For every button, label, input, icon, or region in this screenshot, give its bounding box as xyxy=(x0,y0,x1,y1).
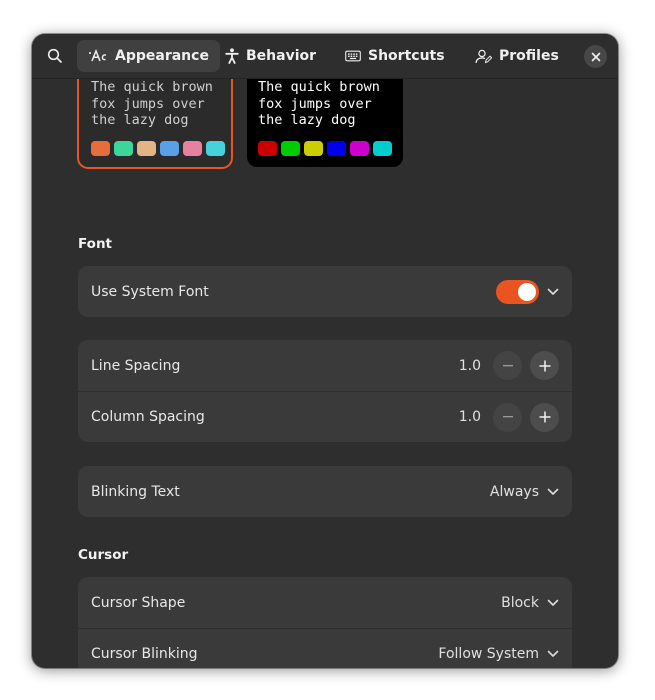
accessibility-icon xyxy=(225,48,239,64)
chevron-down-icon[interactable] xyxy=(547,488,559,496)
line-spacing-increase-button[interactable] xyxy=(530,351,559,380)
minus-icon xyxy=(502,364,513,366)
tab-label: Behavior xyxy=(246,48,317,64)
search-icon xyxy=(47,48,62,63)
palette-swatch xyxy=(281,141,300,156)
chevron-down-icon[interactable] xyxy=(547,599,559,607)
system-font-card: Use System Font xyxy=(78,266,572,317)
use-system-font-switch[interactable] xyxy=(496,279,539,304)
tab-label: Appearance xyxy=(115,48,209,64)
line-spacing-row: Line Spacing 1.0 xyxy=(78,340,572,391)
use-system-font-row[interactable]: Use System Font xyxy=(78,266,572,317)
profile-icon xyxy=(475,49,492,64)
palette-swatch xyxy=(137,141,156,156)
tab-behavior[interactable]: Behavior xyxy=(214,40,327,72)
switch-knob xyxy=(518,282,536,301)
tab-label: Profiles xyxy=(499,48,559,64)
search-button[interactable] xyxy=(42,42,68,70)
close-button[interactable] xyxy=(584,45,607,68)
cursor-blinking-value: Follow System xyxy=(438,646,539,662)
blinking-text-row[interactable]: Blinking Text Always xyxy=(78,466,572,517)
color-scheme-preview[interactable]: The quick brown fox jumps over the lazy … xyxy=(247,78,403,167)
palette-swatch xyxy=(183,141,202,156)
column-spacing-increase-button[interactable] xyxy=(530,402,559,432)
plus-icon xyxy=(539,360,550,371)
cursor-blinking-row[interactable]: Cursor Blinking Follow System xyxy=(78,628,572,668)
line-spacing-decrease-button[interactable] xyxy=(493,351,522,380)
palette-swatch xyxy=(160,141,179,156)
cursor-section-title: Cursor xyxy=(78,547,129,563)
palette-swatch xyxy=(373,141,392,156)
palette-swatch xyxy=(114,141,133,156)
plus-icon xyxy=(539,411,550,423)
tab-appearance[interactable]: Appearance xyxy=(77,40,220,72)
palette-swatches xyxy=(258,141,392,156)
appearance-icon xyxy=(88,49,108,63)
cursor-blinking-label: Cursor Blinking xyxy=(91,646,198,662)
palette-swatch xyxy=(304,141,323,156)
palette-swatches xyxy=(91,141,225,156)
tab-profiles[interactable]: Profiles xyxy=(464,40,570,72)
palette-swatch xyxy=(327,141,346,156)
keyboard-icon xyxy=(345,50,361,62)
preview-text: The quick brown fox jumps over the lazy … xyxy=(91,79,213,128)
cursor-shape-row[interactable]: Cursor Shape Block xyxy=(78,577,572,628)
palette-swatch xyxy=(258,141,277,156)
cursor-shape-value: Block xyxy=(501,594,539,611)
column-spacing-label: Column Spacing xyxy=(91,409,205,425)
use-system-font-label: Use System Font xyxy=(91,283,209,300)
blinking-text-label: Blinking Text xyxy=(91,483,180,500)
tab-label: Shortcuts xyxy=(368,48,445,64)
preferences-content: The quick brown fox jumps over the lazy … xyxy=(32,78,618,668)
column-spacing-value: 1.0 xyxy=(458,409,481,425)
header-bar: Appearance Behavior Shortcuts Profiles xyxy=(32,34,618,79)
cursor-shape-label: Cursor Shape xyxy=(91,594,186,611)
close-icon xyxy=(591,52,600,61)
spacing-card: Line Spacing 1.0 Column Spacing 1.0 xyxy=(78,340,572,442)
column-spacing-decrease-button[interactable] xyxy=(493,402,522,432)
font-section-title: Font xyxy=(78,236,113,252)
blinking-text-value: Always xyxy=(489,483,539,500)
chevron-down-icon[interactable] xyxy=(547,288,559,296)
palette-swatch xyxy=(206,141,225,156)
preferences-window: Appearance Behavior Shortcuts Profiles T… xyxy=(32,34,618,668)
preview-text: The quick brown fox jumps over the lazy … xyxy=(258,79,380,128)
column-spacing-row: Column Spacing 1.0 xyxy=(78,391,572,442)
color-scheme-preview-selected[interactable]: The quick brown fox jumps over the lazy … xyxy=(77,78,233,169)
cursor-card: Cursor Shape Block Cursor Blinking Follo… xyxy=(78,577,572,668)
palette-swatch xyxy=(350,141,369,156)
blinking-text-card: Blinking Text Always xyxy=(78,466,572,517)
minus-icon xyxy=(502,416,513,418)
line-spacing-value: 1.0 xyxy=(458,357,481,374)
palette-swatch xyxy=(91,141,110,156)
tab-shortcuts[interactable]: Shortcuts xyxy=(334,40,456,72)
line-spacing-label: Line Spacing xyxy=(91,357,181,374)
chevron-down-icon[interactable] xyxy=(547,650,559,658)
